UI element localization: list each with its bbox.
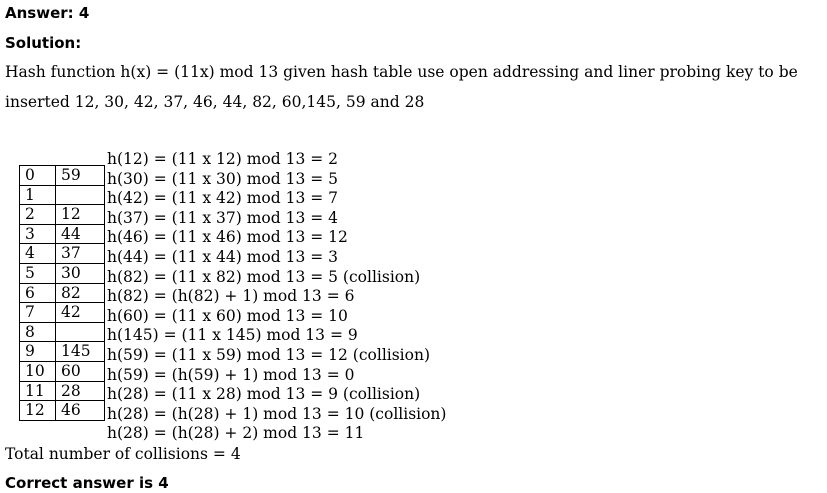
equation-line: h(12) = (11 x 12) mod 13 = 2 — [107, 150, 339, 168]
table-row: 3 44 — [19, 223, 105, 245]
slot-value: 28 — [55, 380, 105, 402]
slot-index: 6 — [19, 282, 56, 304]
hash-table: 0 59 1 2 12 3 44 4 37 5 30 6 82 7 42 8 9 145 10 60 11 28 12 46 — [19, 165, 105, 421]
equation-line: h(37) = (11 x 37) mod 13 = 4 — [107, 208, 339, 227]
slot-index: 9 — [19, 341, 56, 362]
table-row: 6 82 — [19, 282, 105, 304]
slot-value — [55, 321, 105, 343]
slot-index: 8 — [19, 321, 56, 343]
slot-value: 59 — [55, 165, 105, 186]
table-row: 12 46 — [19, 400, 105, 421]
intro-line-1: Hash function h(x) = (11x) mod 13 given … — [5, 63, 798, 81]
table-row: 4 37 — [19, 243, 105, 264]
slot-value: 82 — [55, 282, 105, 304]
slot-value: 60 — [55, 360, 105, 382]
table-row: 7 42 — [19, 302, 105, 323]
table-row: 8 — [19, 321, 105, 343]
equations-list: h(12) = (11 x 12) mod 13 = 2 h(30) = (11 … — [107, 150, 446, 444]
slot-index: 2 — [19, 204, 56, 225]
equation-line: h(145) = (11 x 145) mod 13 = 9 — [107, 326, 358, 345]
equation-line: h(28) = (h(28) + 1) mod 13 = 10 (collisi… — [107, 404, 447, 423]
slot-value — [55, 184, 105, 206]
correct-answer: Correct answer is 4 — [5, 474, 169, 492]
slot-value: 12 — [55, 204, 105, 225]
equation-line: h(30) = (11 x 30) mod 13 = 5 — [107, 169, 339, 188]
equation-line: h(46) = (11 x 46) mod 13 = 12 — [107, 228, 348, 247]
slot-index: 4 — [19, 243, 56, 264]
slot-value: 145 — [55, 341, 105, 362]
slot-index: 0 — [19, 165, 56, 186]
table-row: 9 145 — [19, 341, 105, 362]
slot-index: 1 — [19, 184, 56, 206]
slot-index: 12 — [19, 400, 56, 421]
slot-index: 10 — [19, 360, 56, 382]
equation-line: h(82) = (h(82) + 1) mod 13 = 6 — [107, 287, 355, 306]
equation-line: h(44) = (11 x 44) mod 13 = 3 — [107, 247, 339, 266]
equation-line: h(59) = (h(59) + 1) mod 13 = 0 — [107, 365, 355, 384]
table-row: 10 60 — [19, 360, 105, 382]
equation-line: h(82) = (11 x 82) mod 13 = 5 (collision) — [107, 267, 421, 286]
slot-index: 11 — [19, 380, 56, 402]
slot-value: 42 — [55, 302, 105, 323]
equation-line: h(59) = (11 x 59) mod 13 = 12 (collision… — [107, 345, 431, 364]
table-row: 11 28 — [19, 380, 105, 402]
slot-value: 37 — [55, 243, 105, 264]
table-row: 5 30 — [19, 262, 105, 284]
table-row: 2 12 — [19, 204, 105, 225]
answer-heading: Answer: 4 — [5, 4, 90, 22]
equation-line: h(28) = (11 x 28) mod 13 = 9 (collision) — [107, 385, 421, 404]
slot-value: 30 — [55, 262, 105, 284]
intro-line-2: inserted 12, 30, 42, 37, 46, 44, 82, 60,… — [5, 93, 425, 111]
slot-index: 5 — [19, 262, 56, 284]
slot-index: 7 — [19, 302, 56, 323]
equation-line: h(42) = (11 x 42) mod 13 = 7 — [107, 189, 339, 208]
equation-line: h(28) = (h(28) + 2) mod 13 = 11 — [107, 424, 365, 443]
slot-value: 46 — [55, 400, 105, 421]
table-row: 0 59 — [19, 165, 105, 186]
solution-heading: Solution: — [5, 34, 82, 52]
slot-value: 44 — [55, 223, 105, 245]
total-collisions: Total number of collisions = 4 — [5, 445, 241, 463]
equation-line: h(60) = (11 x 60) mod 13 = 10 — [107, 306, 348, 325]
table-row: 1 — [19, 184, 105, 206]
slot-index: 3 — [19, 223, 56, 245]
